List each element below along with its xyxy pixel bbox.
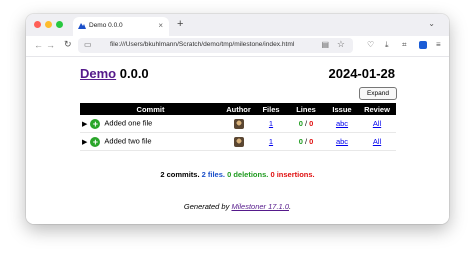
- version: 0.0.0: [119, 66, 149, 81]
- browser-window: Demo 0.0.0 × + ⌄ ← → ↻ ▭ file:///Users/b…: [26, 14, 449, 224]
- commit-cell: ▶ + Added one file: [80, 115, 221, 133]
- issue-cell: abc: [326, 132, 358, 151]
- project-link[interactable]: Demo: [80, 66, 116, 81]
- issue-link[interactable]: abc: [336, 137, 348, 146]
- expand-triangle-icon[interactable]: ▶: [82, 120, 87, 128]
- header-files: Files: [256, 103, 286, 115]
- header-issue: Issue: [326, 103, 358, 115]
- expand-triangle-icon[interactable]: ▶: [82, 138, 87, 146]
- file-icon: ▭: [84, 40, 92, 49]
- account-icon[interactable]: [419, 41, 427, 49]
- close-window-button[interactable]: [34, 21, 41, 28]
- browser-toolbar: ← → ↻ ▭ file:///Users/bkuhlmann/Scratch/…: [26, 36, 449, 57]
- milestoner-link[interactable]: Milestoner 17.1.0: [231, 202, 289, 211]
- issue-link[interactable]: abc: [336, 119, 348, 128]
- avatar: [233, 136, 244, 147]
- new-tab-button[interactable]: +: [177, 18, 183, 30]
- files-link[interactable]: 1: [269, 119, 273, 128]
- hamburger-menu-icon[interactable]: ≡: [436, 40, 441, 49]
- review-link[interactable]: All: [373, 137, 381, 146]
- back-arrow-icon[interactable]: ←: [34, 40, 43, 50]
- download-icon[interactable]: ⤓: [385, 40, 389, 50]
- commit-message[interactable]: Added one file: [104, 119, 152, 128]
- files-cell: 1: [256, 115, 286, 133]
- chevron-down-icon[interactable]: ⌄: [428, 19, 435, 28]
- summary-line: 2 commits. 2 files. 0 deletions. 0 inser…: [26, 170, 449, 179]
- add-icon: +: [90, 118, 101, 129]
- tab-title: Demo 0.0.0: [89, 22, 123, 29]
- commits-table: Commit Author Files Lines Issue Review ▶…: [80, 103, 396, 151]
- milestone-favicon-icon: [78, 23, 86, 29]
- address-bar[interactable]: ▭ file:///Users/bkuhlmann/Scratch/demo/t…: [78, 38, 353, 53]
- summary-commits: 2 commits.: [160, 170, 200, 179]
- footer: Generated by Milestoner 17.1.0.: [26, 202, 449, 211]
- header-author: Author: [221, 103, 256, 115]
- deletions-count: 0: [309, 119, 314, 128]
- tab-bar: Demo 0.0.0 × + ⌄: [26, 14, 449, 36]
- release-date: 2024-01-28: [328, 66, 396, 81]
- review-cell: All: [358, 115, 396, 133]
- table-row[interactable]: ▶ + Added two file 1 0 / 0 abc All: [80, 132, 396, 151]
- minimize-window-button[interactable]: [45, 21, 52, 28]
- footer-suffix: .: [289, 202, 292, 211]
- summary-files: 2 files.: [201, 170, 225, 179]
- reader-view-icon[interactable]: ▤: [321, 40, 329, 49]
- bookmark-star-icon[interactable]: ☆: [337, 39, 345, 50]
- header-review: Review: [358, 103, 396, 115]
- add-icon: +: [90, 136, 101, 147]
- maximize-window-button[interactable]: [56, 21, 63, 28]
- lines-separator: /: [304, 137, 308, 146]
- reload-icon[interactable]: ↻: [64, 39, 72, 50]
- issue-cell: abc: [326, 115, 358, 133]
- url-text[interactable]: file:///Users/bkuhlmann/Scratch/demo/tmp…: [110, 41, 294, 48]
- table-row[interactable]: ▶ + Added one file 1 0 / 0 abc All: [80, 115, 396, 133]
- table-header-row: Commit Author Files Lines Issue Review: [80, 103, 396, 115]
- files-cell: 1: [256, 132, 286, 151]
- page-title: Demo 0.0.0: [80, 66, 149, 81]
- header-commit: Commit: [80, 103, 221, 115]
- review-cell: All: [358, 132, 396, 151]
- footer-prefix: Generated by: [183, 202, 230, 211]
- expand-button[interactable]: Expand: [359, 87, 397, 100]
- lines-cell: 0 / 0: [286, 132, 326, 151]
- deletions-count: 0: [309, 137, 314, 146]
- files-link[interactable]: 1: [269, 137, 273, 146]
- additions-count: 0: [298, 137, 303, 146]
- commit-cell: ▶ + Added two file: [80, 132, 221, 151]
- tab-close-icon[interactable]: ×: [158, 21, 163, 30]
- author-cell: [221, 132, 256, 151]
- review-link[interactable]: All: [373, 119, 381, 128]
- extensions-icon[interactable]: ⌗: [402, 40, 407, 50]
- header-lines: Lines: [286, 103, 326, 115]
- additions-count: 0: [298, 119, 303, 128]
- avatar: [233, 118, 244, 129]
- page-content: Demo 0.0.0 2024-01-28 Expand Commit Auth…: [26, 57, 449, 224]
- pocket-icon[interactable]: ♡: [367, 40, 374, 49]
- author-cell: [221, 115, 256, 133]
- commit-message[interactable]: Added two file: [104, 137, 151, 146]
- lines-separator: /: [304, 119, 308, 128]
- lines-cell: 0 / 0: [286, 115, 326, 133]
- summary-deletions: 0 deletions.: [227, 170, 269, 179]
- forward-arrow-icon[interactable]: →: [46, 40, 55, 50]
- tab-demo[interactable]: Demo 0.0.0 ×: [73, 17, 169, 36]
- summary-insertions: 0 insertions.: [270, 170, 315, 179]
